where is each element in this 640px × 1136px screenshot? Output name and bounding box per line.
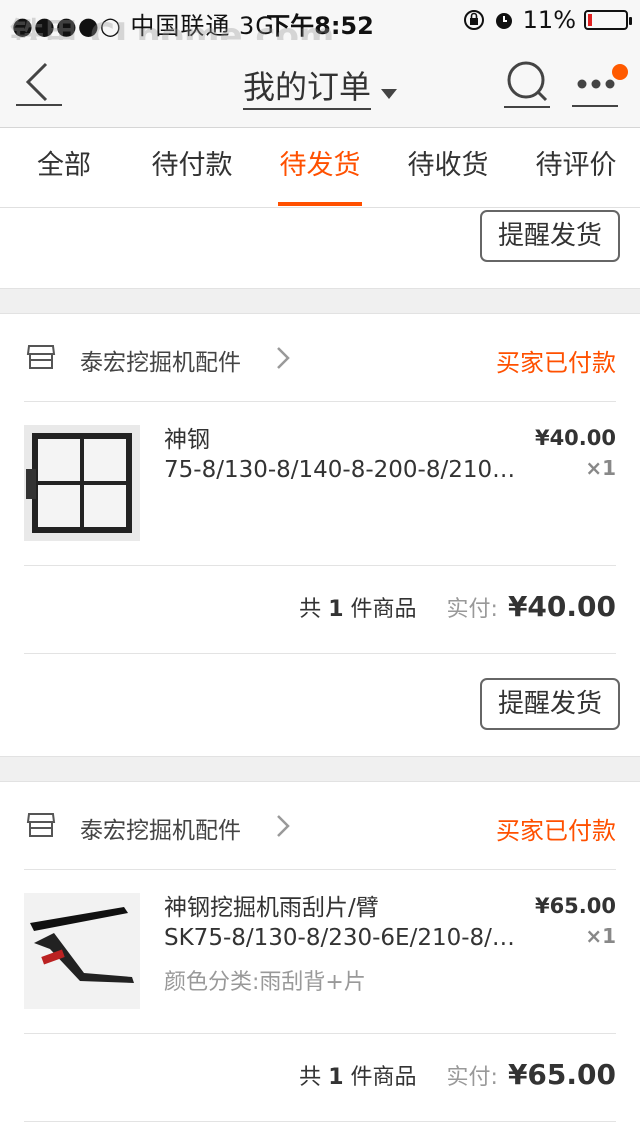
tab-pending-payment[interactable]: 待付款	[128, 128, 256, 207]
product-title-line1[interactable]: 神钢挖掘机雨刮片/臂	[164, 893, 524, 923]
product-title-line1[interactable]: 神钢	[164, 425, 524, 455]
order-status: 买家已付款	[496, 817, 616, 845]
shop-name[interactable]: 泰宏挖掘机配件	[80, 811, 241, 845]
product-quantity: ×1	[585, 456, 616, 480]
battery-icon	[584, 10, 632, 30]
status-bar: ●●●●○ 中国联通 3G 下午8:52 11% 铁甲 CLnome.com	[0, 0, 640, 56]
order-tabs: 全部 待付款 待发货 待收货 待评价	[0, 128, 640, 208]
chevron-right-icon[interactable]	[274, 345, 292, 371]
status-right: 11%	[463, 6, 632, 34]
tab-pending-shipment[interactable]: 待发货	[256, 128, 384, 207]
product-image[interactable]	[24, 893, 140, 1009]
order-summary: 共 1 件商品 实付: ¥65.00	[299, 1058, 616, 1091]
caret-down-icon	[381, 88, 397, 99]
divider	[24, 1033, 616, 1034]
product-quantity: ×1	[585, 924, 616, 948]
item-count: 共 1 件商品	[299, 597, 417, 622]
section-divider	[0, 756, 640, 782]
nav-bar: 我的订单	[0, 40, 640, 128]
order-status: 买家已付款	[496, 349, 616, 377]
remind-shipment-button[interactable]: 提醒发货	[480, 678, 620, 730]
tab-pending-receipt[interactable]: 待收货	[384, 128, 512, 207]
product-image[interactable]	[24, 425, 140, 541]
divider	[24, 653, 616, 654]
divider	[24, 1121, 616, 1122]
battery-percent: 11%	[522, 6, 576, 34]
shop-name[interactable]: 泰宏挖掘机配件	[80, 343, 241, 377]
order-summary: 共 1 件商品 实付: ¥40.00	[299, 590, 616, 623]
product-title-line2[interactable]: 75-8/130-8/140-8-200-8/210…	[164, 455, 524, 485]
tab-pending-review[interactable]: 待评价	[512, 128, 640, 207]
rotation-lock-icon	[463, 10, 484, 30]
divider	[24, 401, 616, 402]
alarm-icon	[495, 13, 512, 29]
paid-label: 实付:	[446, 1065, 498, 1090]
search-icon[interactable]	[502, 58, 552, 110]
divider	[24, 565, 616, 566]
product-title-line2[interactable]: SK75-8/130-8/230-6E/210-8/…	[164, 923, 524, 953]
tab-all[interactable]: 全部	[0, 128, 128, 207]
section-divider	[0, 288, 640, 314]
paid-amount: ¥40.00	[507, 590, 616, 623]
active-tab-indicator	[278, 202, 362, 206]
page-title: 我的订单	[242, 68, 371, 110]
shop-icon	[26, 345, 56, 369]
battery-fill	[588, 14, 592, 26]
remind-shipment-button[interactable]: 提醒发货	[480, 210, 620, 262]
paid-amount: ¥65.00	[507, 1058, 616, 1091]
divider	[24, 869, 616, 870]
product-price: ¥40.00	[534, 426, 616, 450]
item-count: 共 1 件商品	[299, 1065, 417, 1090]
product-sku: 颜色分类:雨刮背+片	[164, 970, 366, 995]
shop-icon	[26, 813, 56, 837]
product-price: ¥65.00	[534, 894, 616, 918]
notification-dot	[612, 64, 628, 80]
chevron-right-icon[interactable]	[274, 813, 292, 839]
paid-label: 实付:	[446, 597, 498, 622]
